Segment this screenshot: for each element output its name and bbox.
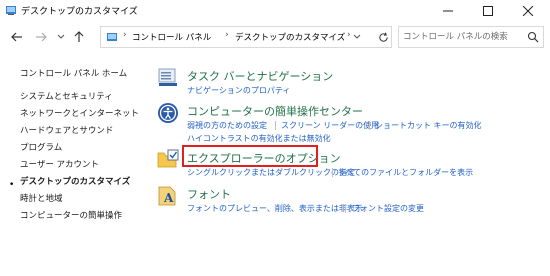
ease-of-access-icon [158, 103, 178, 123]
search-input[interactable] [403, 30, 521, 44]
folder-options-icon [157, 149, 179, 168]
chevron-down-icon [57, 34, 65, 39]
arrow-left-icon [11, 32, 22, 42]
chevron-down-icon [353, 34, 361, 39]
close-button[interactable] [508, 0, 548, 22]
category-title-fonts[interactable]: フォント [187, 186, 231, 202]
minimize-button[interactable] [428, 0, 468, 22]
sidebar-item-programs[interactable]: プログラム [20, 141, 62, 153]
control-panel-icon [6, 6, 16, 15]
refresh-button[interactable] [372, 26, 394, 48]
minimize-icon [443, 10, 453, 12]
svg-text:A: A [163, 191, 174, 205]
link-screen-reader[interactable]: スクリーン リーダーの使用 [281, 120, 379, 131]
link-single-double-click[interactable]: シングルクリックまたはダブルクリックの指定 [187, 167, 355, 178]
link-show-all-files[interactable]: すべてのファイルとフォルダーを表示 [338, 167, 473, 178]
category-title-ease-of-access[interactable]: コンピューターの簡単操作センター [187, 103, 363, 119]
control-panel-icon [107, 33, 117, 41]
breadcrumb-separator-icon: › [225, 30, 229, 40]
font-icon: A [158, 186, 176, 206]
taskbar-icon [158, 68, 177, 86]
link-separator [332, 168, 333, 177]
sidebar-item-clock-region[interactable]: 時計と地域 [20, 192, 63, 204]
search-icon[interactable] [527, 31, 539, 43]
maximize-icon [483, 6, 493, 16]
sidebar-item-system-security[interactable]: システムとセキュリティ [20, 90, 113, 102]
link-font-preview[interactable]: フォントのプレビュー、削除、表示または非表示 [187, 203, 363, 214]
close-icon [523, 6, 533, 16]
sidebar-item-desktop-customization[interactable]: デスクトップのカスタマイズ [20, 175, 130, 187]
recent-locations-button[interactable] [52, 28, 70, 46]
breadcrumb-separator-icon: › [123, 30, 127, 40]
sidebar-item-hardware-sound[interactable]: ハードウェアとサウンド [20, 124, 113, 136]
sidebar-item-ease-of-access[interactable]: コンピューターの簡単操作 [20, 209, 122, 221]
forward-button[interactable] [32, 28, 50, 46]
sidebar-item-network[interactable]: ネットワークとインターネット [20, 107, 139, 119]
address-dropdown-button[interactable] [346, 26, 368, 48]
back-button[interactable] [8, 28, 26, 46]
link-low-vision-settings[interactable]: 弱視の方のための設定 [187, 120, 267, 131]
link-separator [345, 204, 346, 213]
link-high-contrast[interactable]: ハイコントラストの有効化または無効化 [187, 133, 331, 144]
link-font-settings[interactable]: フォント設定の変更 [352, 203, 424, 214]
breadcrumb-current[interactable]: デスクトップのカスタマイズ [235, 31, 345, 43]
refresh-icon [378, 32, 388, 42]
current-item-bullet: • [9, 180, 15, 190]
breadcrumb-control-panel[interactable]: コントロール パネル [132, 31, 211, 43]
window-title: デスクトップのカスタマイズ [21, 7, 138, 17]
link-separator [369, 121, 370, 130]
category-title-taskbar[interactable]: タスク バーとナビゲーション [187, 68, 333, 84]
sidebar-item-user-accounts[interactable]: ユーザー アカウント [20, 158, 99, 170]
link-shortcut-keys[interactable]: ショートカット キーの有効化 [375, 120, 482, 131]
search-box [398, 26, 544, 48]
maximize-button[interactable] [468, 0, 508, 22]
highlight-box [182, 145, 318, 167]
sidebar-item-home[interactable]: コントロール パネル ホーム [20, 67, 127, 79]
arrow-right-icon [36, 32, 47, 42]
link-separator [275, 121, 276, 130]
up-button[interactable] [70, 28, 88, 46]
link-navigation-properties[interactable]: ナビゲーションのプロパティ [187, 85, 290, 96]
title-bar: デスクトップのカスタマイズ [0, 0, 550, 22]
arrow-up-icon [74, 31, 84, 42]
